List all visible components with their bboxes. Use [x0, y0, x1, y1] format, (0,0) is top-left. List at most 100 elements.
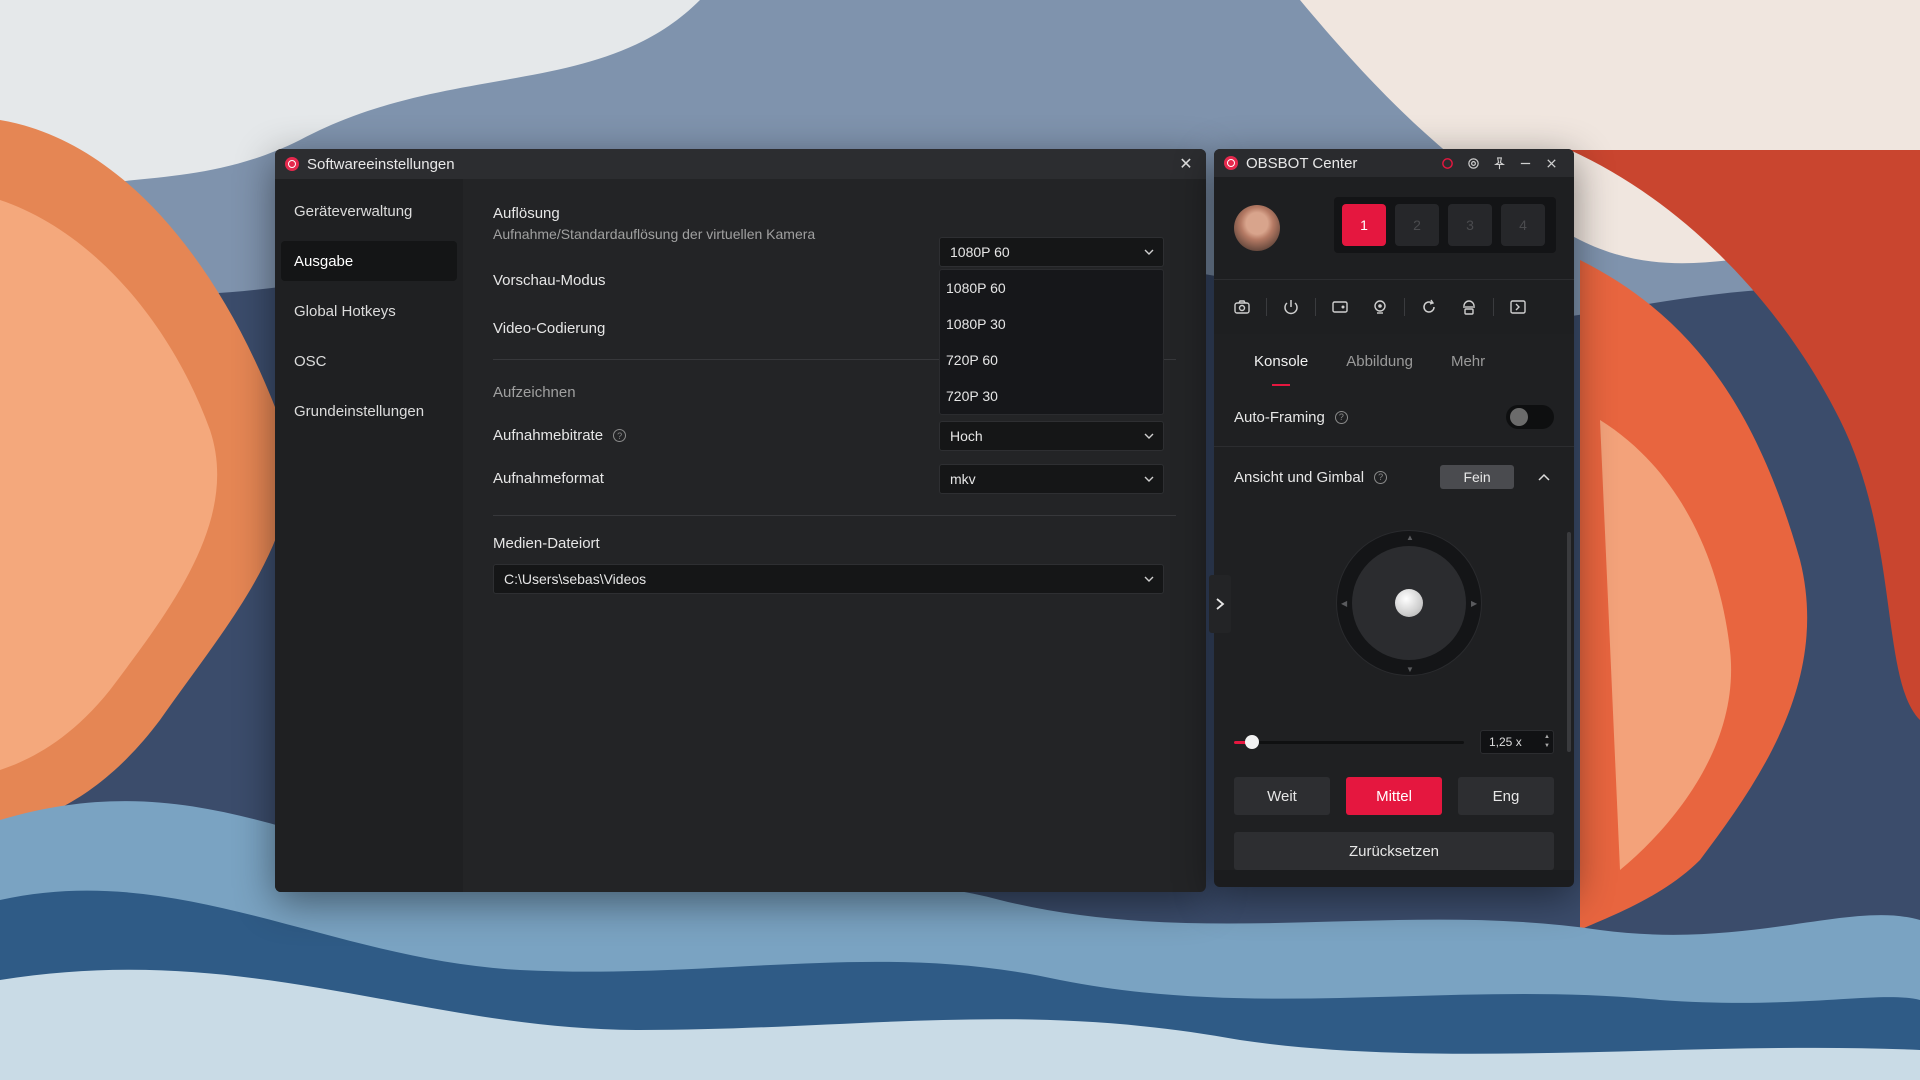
format-label: Aufnahmeformat [493, 470, 604, 487]
bitrate-row: Aufnahmebitrate? [493, 427, 627, 445]
arrow-down-icon: ▼ [1406, 665, 1414, 674]
video-encoding-label: Video-Codierung [493, 320, 606, 337]
minimize-icon[interactable] [1512, 153, 1538, 173]
obsbot-titlebar: OBSBOT Center [1214, 149, 1574, 177]
help-icon[interactable]: ? [613, 429, 627, 443]
arrow-left-icon: ◀ [1341, 599, 1348, 608]
zoom-slider-thumb[interactable] [1245, 735, 1260, 749]
arrow-right-icon: ▶ [1471, 599, 1478, 608]
resolution-description: Aufnahme/Standardauflösung der virtuelle… [493, 226, 816, 242]
power-icon[interactable] [1271, 287, 1311, 327]
tab-mehr[interactable]: Mehr [1451, 347, 1485, 376]
sidebar-item-osc[interactable]: OSC [281, 341, 457, 381]
expand-panel-icon[interactable] [1498, 287, 1538, 327]
joystick-inner-ring [1352, 546, 1466, 660]
obsbot-logo-icon [1224, 156, 1238, 170]
sidebar-item-global-hotkeys[interactable]: Global Hotkeys [281, 291, 457, 331]
resolution-option[interactable]: 1080P 60 [940, 270, 1163, 306]
framing-presets: Weit Mittel Eng [1214, 777, 1574, 815]
camera-slot-4[interactable]: 4 [1501, 204, 1545, 246]
console-panel: Auto-Framing ? [1214, 388, 1574, 446]
bitrate-value: Hoch [950, 428, 983, 444]
preset-weit-button[interactable]: Weit [1234, 777, 1330, 815]
auto-framing-label: Auto-Framing [1234, 408, 1325, 426]
camera-selector-area: 1 2 3 4 [1214, 177, 1574, 279]
tab-abbildung[interactable]: Abbildung [1346, 347, 1413, 376]
resolution-option[interactable]: 720P 60 [940, 342, 1163, 378]
pin-icon[interactable] [1486, 153, 1512, 173]
bitrate-label: Aufnahmebitrate [493, 427, 604, 444]
reset-button[interactable]: Zurücksetzen [1234, 832, 1554, 870]
camera-snapshot-icon[interactable] [1222, 287, 1262, 327]
media-path-select[interactable]: C:\Users\sebas\Videos [493, 564, 1164, 594]
record-icon[interactable] [1434, 153, 1460, 173]
media-path-value: C:\Users\sebas\Videos [504, 571, 647, 587]
chevron-down-icon [1135, 565, 1163, 593]
chevron-down-icon [1135, 465, 1163, 493]
gimbal-header: Ansicht und Gimbal ? Fein [1214, 447, 1574, 507]
spinner-arrows-icon[interactable]: ▲ ▼ [1544, 733, 1550, 751]
resolution-dropdown: 1080P 60 1080P 30 720P 60 720P 30 [939, 269, 1164, 415]
video-record-icon[interactable] [1320, 287, 1360, 327]
close-icon[interactable]: ✕ [1176, 154, 1196, 174]
settings-sidebar: Geräteverwaltung Ausgabe Global Hotkeys … [275, 179, 463, 892]
sidebar-item-ausgabe[interactable]: Ausgabe [281, 241, 457, 281]
joystick-knob[interactable] [1395, 589, 1423, 617]
gimbal-joystick[interactable]: ▲ ▼ ◀ ▶ [1336, 530, 1482, 676]
obsbot-title: OBSBOT Center [1246, 154, 1358, 172]
preset-eng-button[interactable]: Eng [1458, 777, 1554, 815]
camera-slot-1[interactable]: 1 [1342, 204, 1386, 246]
chevron-down-icon [1135, 238, 1163, 266]
camera-slot-3[interactable]: 3 [1448, 204, 1492, 246]
camera-slots: 1 2 3 4 [1334, 197, 1556, 253]
zoom-value: 1,25 x [1489, 735, 1522, 749]
zoom-slider[interactable] [1234, 735, 1464, 749]
settings-gear-icon[interactable] [1460, 153, 1486, 173]
preset-mittel-button[interactable]: Mittel [1346, 777, 1442, 815]
privacy-mode-icon[interactable] [1449, 287, 1489, 327]
format-select[interactable]: mkv [939, 464, 1164, 494]
gimbal-joystick-area: ▲ ▼ ◀ ▶ 1,25 x ▲ ▼ [1214, 507, 1574, 777]
obsbot-logo-icon [285, 157, 299, 171]
rotate-icon[interactable] [1409, 287, 1449, 327]
webcam-icon[interactable] [1360, 287, 1400, 327]
obsbot-window: OBSBOT Center 1 2 3 4 Konsole Abbildung … [1214, 149, 1574, 887]
fine-mode-button[interactable]: Fein [1440, 465, 1515, 489]
camera-slot-2[interactable]: 2 [1395, 204, 1439, 246]
zoom-row: 1,25 x ▲ ▼ [1234, 730, 1554, 756]
obsbot-tabs: Konsole Abbildung Mehr [1214, 334, 1574, 388]
sidebar-item-geraeteverwaltung[interactable]: Geräteverwaltung [281, 191, 457, 231]
chevron-right-icon [1216, 598, 1225, 610]
resolution-label: Auflösung [493, 205, 560, 222]
bitrate-select[interactable]: Hoch [939, 421, 1164, 451]
resolution-value: 1080P 60 [950, 244, 1010, 260]
resolution-option[interactable]: 1080P 30 [940, 306, 1163, 342]
settings-main: Auflösung Aufnahme/Standardauflösung der… [463, 179, 1206, 892]
settings-titlebar: Softwareeinstellungen ✕ [275, 149, 1206, 179]
divider [493, 515, 1176, 516]
zoom-value-input[interactable]: 1,25 x ▲ ▼ [1480, 730, 1554, 754]
sidebar-item-grundeinstellungen[interactable]: Grundeinstellungen [281, 391, 457, 431]
auto-framing-row: Auto-Framing ? [1214, 388, 1574, 446]
close-icon[interactable] [1538, 153, 1564, 173]
resolution-option[interactable]: 720P 30 [940, 378, 1163, 414]
resolution-select[interactable]: 1080P 60 [939, 237, 1164, 267]
preview-mode-label: Vorschau-Modus [493, 272, 606, 289]
avatar[interactable] [1234, 205, 1280, 251]
format-value: mkv [950, 471, 976, 487]
auto-framing-toggle[interactable] [1506, 405, 1554, 429]
gimbal-label: Ansicht und Gimbal [1234, 468, 1365, 486]
settings-window: Softwareeinstellungen ✕ Geräteverwaltung… [275, 149, 1206, 892]
collapse-panel-button[interactable] [1209, 575, 1231, 633]
obsbot-toolbar [1214, 280, 1574, 334]
arrow-up-icon: ▲ [1406, 533, 1414, 542]
media-location-label: Medien-Dateiort [493, 535, 600, 552]
chevron-down-icon [1135, 422, 1163, 450]
chevron-up-icon[interactable] [1534, 467, 1554, 487]
help-icon[interactable]: ? [1374, 470, 1388, 484]
tab-konsole[interactable]: Konsole [1254, 347, 1308, 386]
record-section-title: Aufzeichnen [493, 384, 576, 401]
help-icon[interactable]: ? [1334, 410, 1348, 424]
scrollbar[interactable] [1567, 532, 1571, 752]
settings-title: Softwareeinstellungen [307, 155, 455, 173]
